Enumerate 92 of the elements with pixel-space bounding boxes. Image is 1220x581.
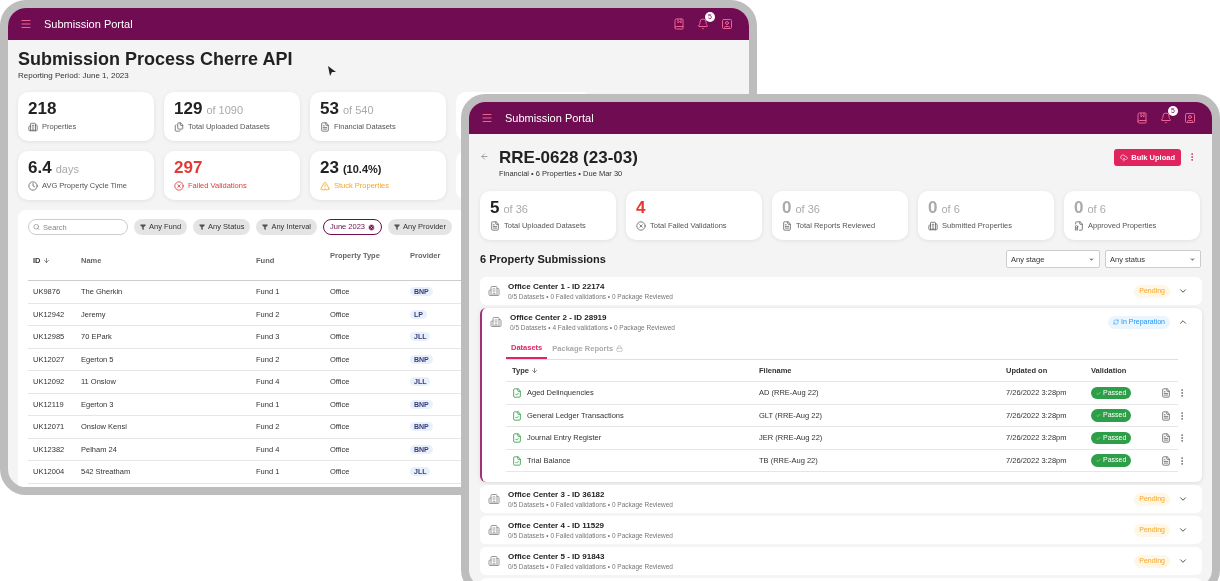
filter-icon	[199, 224, 206, 230]
filter-icon	[140, 224, 146, 230]
warning-icon	[320, 180, 330, 191]
building-icon	[928, 220, 938, 231]
error-icon	[636, 220, 646, 231]
stat-suffix: (10.4%)	[342, 162, 382, 177]
document-check-icon	[512, 433, 522, 443]
submission-title: Office Center 1 - ID 22174	[508, 281, 606, 292]
sort-icon	[530, 367, 538, 375]
document-icon	[1161, 455, 1171, 466]
bell-icon	[1160, 112, 1172, 124]
menu-icon	[20, 18, 32, 30]
search-icon	[33, 223, 40, 231]
cursor-icon	[328, 66, 336, 76]
document-check-icon	[512, 410, 522, 421]
check-icon	[1096, 435, 1101, 441]
bookmark-icon	[1136, 112, 1148, 124]
stat-value: 0	[782, 197, 792, 220]
bookmark-button[interactable]	[673, 18, 685, 30]
app-title: Submission Portal	[505, 110, 594, 126]
stat-value: 6.4	[28, 157, 52, 179]
filter-icon	[394, 224, 401, 230]
bookmark-button[interactable]	[1136, 112, 1148, 124]
filter-icon	[262, 224, 269, 230]
app-title: Submission Portal	[44, 16, 133, 32]
building-icon	[28, 121, 38, 132]
reporting-period: Reporting Period: June 1, 2023	[18, 70, 129, 82]
dropdown-icon	[1088, 255, 1095, 263]
stat-suffix: of 6	[1087, 202, 1106, 218]
document-info-button[interactable]	[1161, 388, 1171, 398]
stat-value: 5	[490, 197, 500, 220]
stat-value: 23	[320, 157, 339, 179]
document-check-icon	[512, 455, 522, 466]
stat-suffix: of 1090	[206, 103, 244, 118]
stat-suffix: of 540	[342, 103, 374, 118]
document-icon	[490, 220, 500, 231]
check-icon	[1096, 458, 1101, 463]
upload-icon	[1120, 153, 1129, 162]
document-icon	[1161, 433, 1171, 443]
building-icon	[488, 493, 500, 506]
stat-value: 0	[1074, 197, 1084, 220]
sort-icon	[42, 257, 50, 264]
clear-icon	[368, 223, 376, 231]
document-icon	[1161, 388, 1171, 398]
submission-title: Office Center 2 - ID 28919	[510, 312, 608, 323]
stat-value: 297	[174, 157, 203, 179]
lock-icon	[616, 344, 624, 352]
check-icon	[1096, 390, 1101, 396]
stat-value: 53	[320, 98, 339, 120]
menu-button[interactable]	[481, 112, 493, 124]
error-icon	[174, 180, 184, 191]
stat-suffix: days	[55, 162, 79, 177]
menu-button[interactable]	[20, 18, 32, 30]
submission-title: Office Center 3 - ID 36182	[508, 489, 606, 500]
section-title: 6 Property Submissions	[480, 252, 606, 267]
profile-button[interactable]	[721, 18, 733, 30]
document-icon	[1161, 410, 1171, 421]
submission-title: Office Center 5 - ID 91843	[508, 551, 606, 562]
building-icon	[488, 555, 500, 568]
stat-suffix: of 36	[503, 202, 528, 218]
certificate-icon	[1074, 220, 1084, 231]
document-icon	[320, 121, 330, 132]
check-icon	[1096, 413, 1101, 418]
refresh-icon	[1113, 319, 1119, 326]
profile-icon	[1184, 112, 1196, 124]
profile-icon	[721, 18, 733, 30]
building-icon	[488, 285, 500, 298]
profile-button[interactable]	[1184, 112, 1196, 124]
menu-icon	[481, 112, 493, 124]
document-info-button[interactable]	[1161, 410, 1171, 421]
back-arrow-icon	[480, 152, 489, 161]
stat-suffix: of 6	[941, 202, 960, 218]
bell-icon	[697, 18, 709, 30]
dropdown-icon	[1189, 255, 1196, 263]
document-icon	[782, 220, 792, 231]
stat-suffix: of 36	[795, 202, 820, 218]
stat-value: 218	[28, 98, 57, 120]
document-info-button[interactable]	[1161, 455, 1171, 466]
building-icon	[490, 316, 502, 329]
files-icon	[174, 121, 184, 132]
page-title: Submission Process Cherre API	[18, 48, 293, 70]
stat-value: 129	[174, 98, 203, 120]
stat-value: 4	[636, 197, 646, 220]
document-check-icon	[512, 388, 522, 398]
clock-icon	[28, 180, 38, 191]
submission-title: Office Center 4 - ID 11529	[508, 520, 606, 531]
page-title: RRE-0628 (23-03)	[499, 148, 638, 168]
bookmark-icon	[673, 18, 685, 30]
stat-value: 0	[928, 197, 938, 220]
back-button[interactable]	[480, 152, 489, 161]
building-icon	[488, 524, 500, 537]
document-info-button[interactable]	[1161, 433, 1171, 443]
